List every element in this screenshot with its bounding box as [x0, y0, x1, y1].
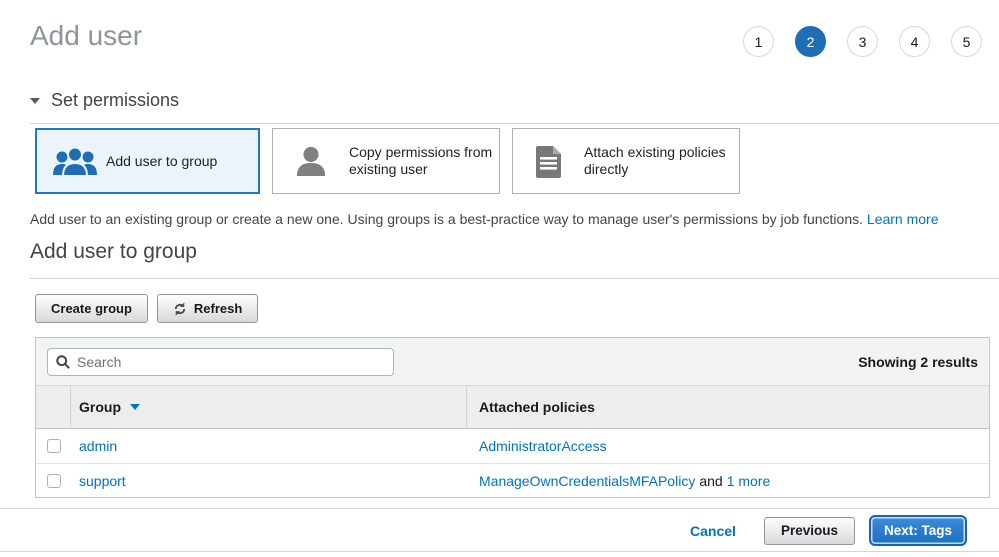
option-label: Copy permissions from existing user — [349, 144, 499, 178]
refresh-icon — [173, 302, 187, 316]
policies-column-label: Attached policies — [479, 399, 595, 415]
option-add-user-to-group[interactable]: Add user to group — [35, 128, 260, 194]
step-5: 5 — [951, 26, 982, 57]
single-user-icon — [295, 145, 327, 177]
bottom-divider — [0, 551, 999, 552]
group-cell: admin — [71, 429, 467, 463]
search-box[interactable] — [47, 348, 394, 376]
users-group-icon — [52, 145, 98, 177]
page-title: Add user — [30, 20, 142, 52]
step-2-current: 2 — [795, 26, 826, 57]
step-4: 4 — [899, 26, 930, 57]
add-user-to-group-header: Add user to group — [30, 240, 999, 279]
group-cell: support — [71, 464, 467, 497]
add-user-to-group-title: Add user to group — [30, 240, 197, 263]
table-header-row: Group Attached policies — [36, 385, 989, 429]
wizard-footer: Cancel Previous Next: Tags — [0, 509, 999, 552]
and-text: and — [699, 473, 722, 489]
table-row: support ManageOwnCredentialsMFAPolicy an… — [36, 463, 989, 497]
table-toolbar: Showing 2 results — [36, 338, 989, 385]
option-label: Attach existing policies directly — [584, 144, 739, 178]
header-checkbox-cell — [36, 386, 71, 428]
step-3: 3 — [847, 26, 878, 57]
row-checkbox-cell — [36, 464, 71, 497]
groups-table: Showing 2 results Group Attached policie… — [35, 337, 990, 498]
create-group-button[interactable]: Create group — [35, 294, 148, 323]
next-tags-button[interactable]: Next: Tags — [869, 515, 967, 546]
policy-document-icon — [535, 145, 562, 178]
policies-cell: AdministratorAccess — [467, 429, 989, 463]
policy-link[interactable]: AdministratorAccess — [479, 438, 607, 454]
set-permissions-title: Set permissions — [51, 90, 179, 111]
row-checkbox[interactable] — [47, 474, 61, 488]
group-link[interactable]: admin — [79, 438, 117, 454]
previous-button[interactable]: Previous — [764, 517, 855, 545]
step-indicator: 1 2 3 4 5 — [743, 26, 982, 57]
column-header-attached-policies: Attached policies — [467, 386, 989, 428]
step-1: 1 — [743, 26, 774, 57]
group-actions: Create group Refresh — [35, 294, 258, 323]
search-icon — [56, 355, 70, 369]
cancel-button[interactable]: Cancel — [690, 523, 736, 539]
refresh-label: Refresh — [194, 301, 242, 316]
row-checkbox-cell — [36, 429, 71, 463]
group-link[interactable]: support — [79, 473, 126, 489]
refresh-button[interactable]: Refresh — [157, 294, 258, 323]
sort-descending-icon — [130, 404, 140, 410]
more-policies-link[interactable]: 1 more — [727, 473, 771, 489]
create-group-label: Create group — [51, 301, 132, 316]
learn-more-link[interactable]: Learn more — [867, 211, 939, 227]
policies-cell: ManageOwnCredentialsMFAPolicy and 1 more — [467, 464, 989, 497]
row-checkbox[interactable] — [47, 439, 61, 453]
permission-option-cards: Add user to group Copy permissions from … — [35, 128, 740, 194]
results-count: Showing 2 results — [858, 354, 978, 370]
group-column-label: Group — [79, 399, 121, 415]
group-description: Add user to an existing group or create … — [30, 210, 993, 229]
search-input[interactable] — [77, 354, 385, 370]
option-label: Add user to group — [106, 153, 217, 170]
table-row: admin AdministratorAccess — [36, 429, 989, 463]
column-header-group[interactable]: Group — [71, 386, 467, 428]
collapse-caret-icon — [30, 98, 40, 104]
set-permissions-section-toggle[interactable]: Set permissions — [30, 90, 999, 124]
option-attach-policies[interactable]: Attach existing policies directly — [512, 128, 740, 194]
policy-link[interactable]: ManageOwnCredentialsMFAPolicy — [479, 473, 695, 489]
description-text: Add user to an existing group or create … — [30, 211, 863, 227]
option-copy-permissions[interactable]: Copy permissions from existing user — [272, 128, 500, 194]
